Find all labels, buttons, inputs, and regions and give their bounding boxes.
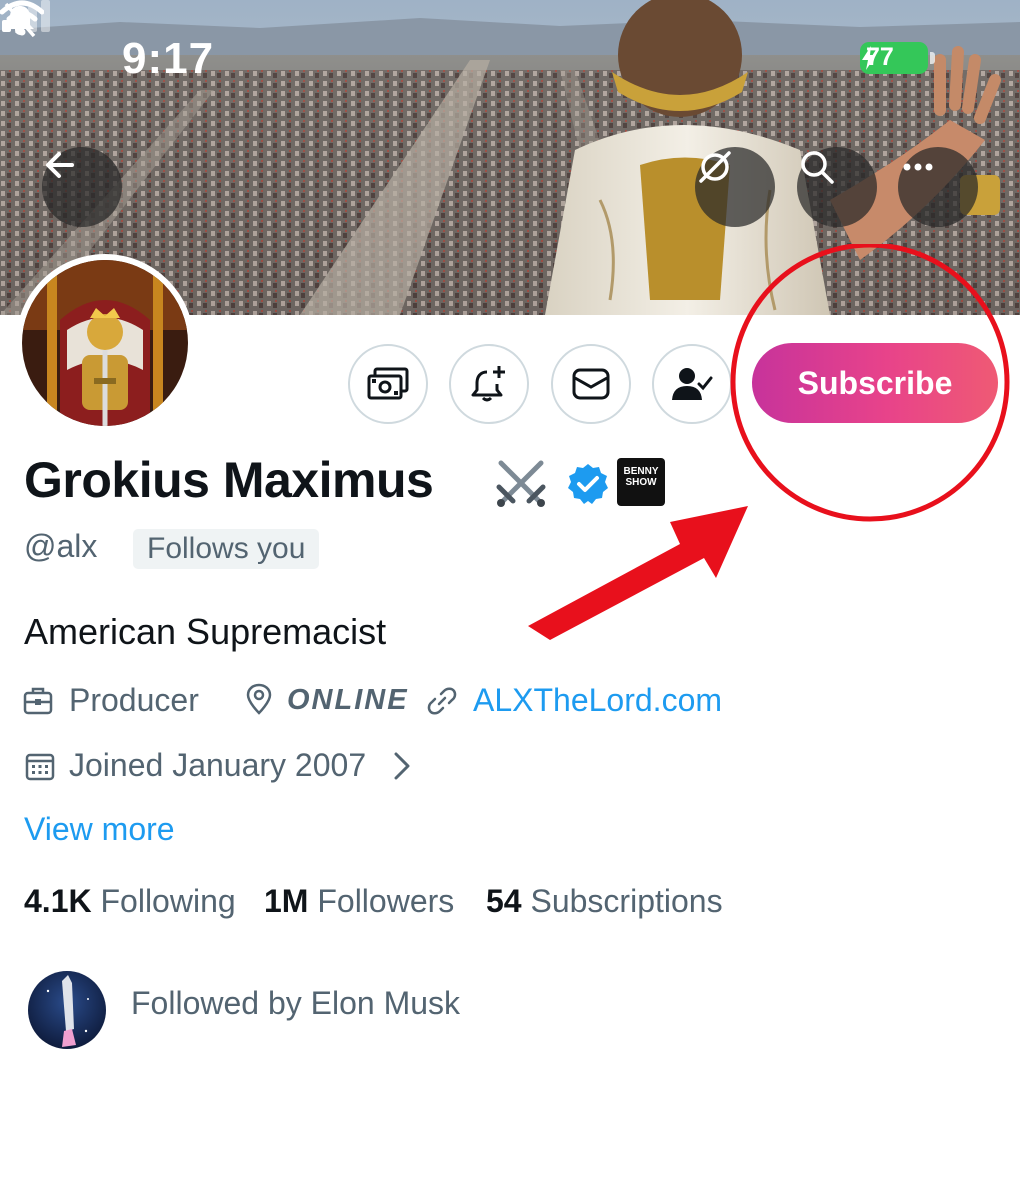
- notifications-button[interactable]: [449, 344, 529, 424]
- profile-profession: Producer: [69, 682, 199, 718]
- message-button[interactable]: [551, 344, 631, 424]
- envelope-icon: [572, 368, 610, 400]
- wifi-icon: [0, 0, 44, 36]
- profile-website-link[interactable]: ALXTheLord.com: [473, 682, 722, 719]
- following-button[interactable]: [652, 344, 732, 424]
- search-icon: [801, 151, 834, 184]
- status-bar: 9:17 77: [0, 0, 1020, 110]
- view-more-link[interactable]: View more: [24, 811, 175, 848]
- briefcase-icon: [23, 687, 53, 715]
- following-stat[interactable]: 4.1K Following: [24, 883, 236, 920]
- battery-indicator: 77: [860, 42, 928, 74]
- followers-count: 1M: [264, 883, 309, 919]
- profile-location: ONLINE: [287, 684, 409, 716]
- more-horizontal-icon: [903, 163, 933, 171]
- bell-plus-icon: [471, 366, 505, 402]
- subscriptions-stat[interactable]: 54 Subscriptions: [486, 883, 723, 920]
- avatar-image: [22, 260, 188, 426]
- following-count: 4.1K: [24, 883, 92, 919]
- grok-icon: [699, 151, 731, 183]
- verified-badge-icon: [568, 464, 608, 504]
- money-icon: [367, 367, 409, 400]
- subscribe-button[interactable]: Subscribe: [752, 343, 998, 423]
- crossed-swords-emoji: [496, 460, 546, 507]
- status-time: 9:17: [122, 34, 215, 83]
- link-icon: [427, 687, 457, 715]
- profile-bio: American Supremacist: [24, 611, 387, 652]
- person-check-icon: [672, 368, 713, 400]
- subscriptions-label: Subscriptions: [530, 883, 723, 919]
- following-label: Following: [100, 883, 236, 919]
- followers-label: Followers: [317, 883, 455, 919]
- rocket-avatar-image: [28, 971, 106, 1049]
- followed-by-avatar[interactable]: [28, 971, 106, 1049]
- tip-button[interactable]: [348, 344, 428, 424]
- profile-joined-date[interactable]: Joined January 2007: [69, 747, 366, 784]
- charging-bolt-icon: [862, 46, 876, 70]
- followed-by-text[interactable]: Followed by Elon Musk: [131, 985, 460, 1022]
- calendar-icon: [25, 753, 55, 781]
- more-button[interactable]: [898, 147, 978, 227]
- affiliate-badge[interactable]: BENNY SHOW: [617, 458, 665, 506]
- chevron-right-icon[interactable]: [390, 750, 414, 782]
- back-button[interactable]: [42, 147, 122, 227]
- profile-avatar[interactable]: [16, 254, 194, 432]
- search-button[interactable]: [797, 147, 877, 227]
- follows-you-badge: Follows you: [133, 529, 320, 569]
- annotation-arrow: [528, 506, 748, 640]
- followers-stat[interactable]: 1M Followers: [264, 883, 454, 920]
- location-pin-icon: [246, 683, 272, 715]
- battery-cap: [930, 52, 935, 64]
- grok-button[interactable]: [695, 147, 775, 227]
- subscriptions-count: 54: [486, 883, 522, 919]
- arrow-left-icon: [46, 152, 74, 178]
- profile-handle: @alx: [24, 528, 98, 564]
- profile-name: Grokius Maximus: [24, 452, 434, 508]
